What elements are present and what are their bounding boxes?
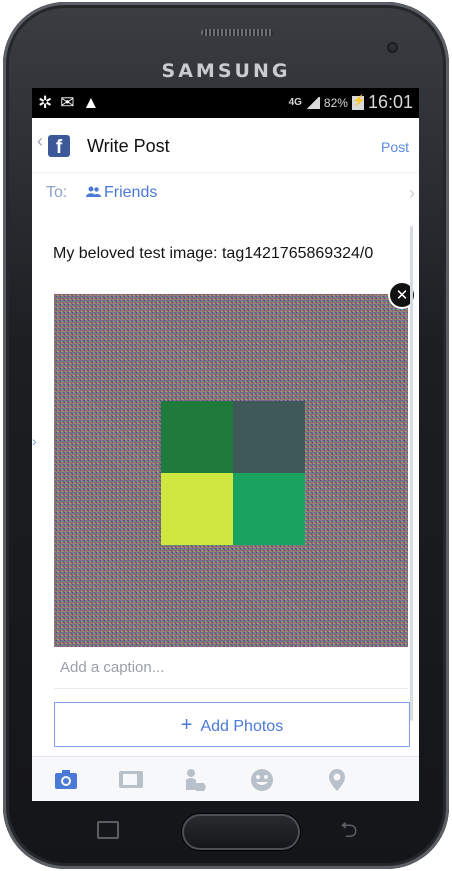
composer-toolbar	[32, 756, 419, 801]
scrollbar[interactable]	[410, 226, 413, 721]
front-camera	[389, 44, 396, 51]
video-icon[interactable]	[118, 768, 143, 792]
camera-icon[interactable]	[54, 768, 78, 792]
tag-people-icon[interactable]	[183, 768, 207, 792]
post-message[interactable]: My beloved test image: tag1421765869324/…	[53, 245, 373, 263]
post-button[interactable]: Post	[381, 139, 409, 155]
mail-notification-icon: ✉	[60, 93, 75, 112]
clock: 16:01	[367, 92, 413, 112]
page-title: Write Post	[87, 136, 170, 156]
audience-selector[interactable]: To: Friends ›	[32, 172, 419, 213]
back-arrow-icon[interactable]: ⮌	[340, 813, 358, 851]
caption-input[interactable]: Add a caption...	[60, 659, 164, 676]
facebook-logo-icon: f	[48, 135, 70, 158]
signal-icon	[305, 96, 320, 109]
attached-image	[54, 294, 408, 647]
home-button[interactable]	[182, 814, 300, 850]
network-type: 4G	[288, 97, 302, 108]
recent-apps-icon[interactable]	[97, 821, 119, 839]
warning-notification-icon: ▲	[82, 93, 100, 112]
screen: ✲ ✉ ▲ 4G 82% 16:01 ‹ f Write Post Post T…	[32, 88, 419, 801]
image-tile	[233, 473, 305, 545]
brand-logo: SAMSUNG	[161, 60, 291, 82]
add-photos-label: Add Photos	[200, 718, 284, 735]
image-tile	[161, 473, 233, 545]
audience-value: Friends	[104, 184, 158, 201]
caption-divider	[54, 688, 408, 689]
chevron-right-icon: ›	[409, 183, 415, 203]
back-chevron-icon[interactable]: ‹	[37, 132, 45, 150]
plus-icon: +	[180, 714, 193, 736]
status-icons-left: ✲ ✉ ▲	[38, 93, 99, 113]
phone-top-bezel: SAMSUNG	[3, 2, 449, 92]
earpiece-speaker	[201, 29, 273, 36]
friends-icon	[86, 186, 101, 198]
add-photos-button[interactable]: + Add Photos	[54, 702, 410, 747]
to-label: To:	[46, 184, 68, 201]
hardware-nav: ⮌	[32, 801, 419, 861]
image-tile	[161, 401, 233, 473]
image-tile	[233, 401, 305, 473]
battery-percent: 82%	[323, 95, 348, 110]
location-icon[interactable]	[328, 768, 352, 792]
status-bar: ✲ ✉ ▲ 4G 82% 16:01	[32, 88, 419, 118]
status-icons-right: 4G 82% 16:01	[289, 92, 413, 113]
side-panel-chevron-icon[interactable]: ›	[32, 433, 38, 455]
feeling-icon[interactable]	[250, 768, 274, 792]
app-bar: ‹ f Write Post Post	[32, 118, 419, 168]
battery-icon	[351, 94, 366, 110]
settings-notification-icon: ✲	[38, 93, 53, 112]
